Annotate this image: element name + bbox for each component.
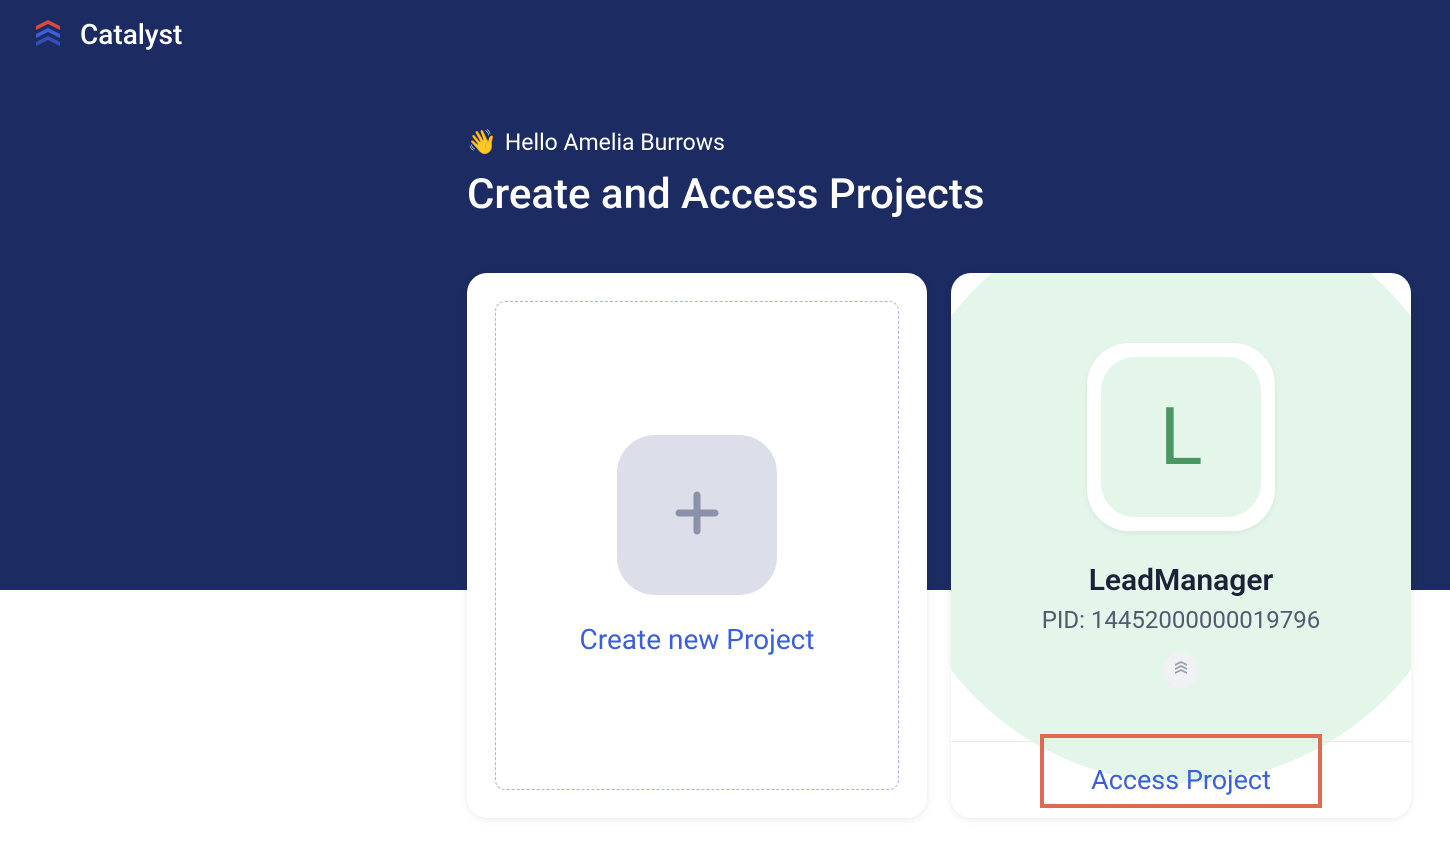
page-title: Create and Access Projects bbox=[467, 170, 1450, 219]
project-avatar: L bbox=[1087, 343, 1275, 531]
project-card-footer: Access Project bbox=[951, 741, 1411, 818]
cards-row: Create new Project L LeadManager PID: 14… bbox=[467, 273, 1450, 818]
project-avatar-inner: L bbox=[1101, 357, 1261, 517]
project-card: L LeadManager PID: 14452000000019796 bbox=[951, 273, 1411, 818]
wave-icon: 👋 bbox=[467, 128, 497, 156]
project-avatar-letter: L bbox=[1159, 390, 1202, 484]
brand-name: Catalyst bbox=[80, 18, 182, 51]
create-project-card[interactable]: Create new Project bbox=[467, 273, 927, 818]
main-content: 👋 Hello Amelia Burrows Create and Access… bbox=[0, 68, 1450, 818]
plus-icon bbox=[667, 483, 727, 547]
project-card-content: L LeadManager PID: 14452000000019796 bbox=[951, 273, 1411, 741]
plus-box bbox=[617, 435, 777, 595]
create-project-label: Create new Project bbox=[580, 623, 815, 656]
create-project-inner: Create new Project bbox=[495, 301, 899, 790]
access-project-button[interactable]: Access Project bbox=[1091, 764, 1271, 796]
header: Catalyst bbox=[0, 0, 1450, 68]
catalyst-mini-icon bbox=[1172, 659, 1190, 681]
catalyst-logo-icon bbox=[30, 16, 66, 52]
greeting-text: Hello Amelia Burrows bbox=[505, 129, 725, 156]
project-type-badge bbox=[1163, 652, 1199, 688]
project-pid: PID: 14452000000019796 bbox=[1042, 606, 1320, 634]
greeting: 👋 Hello Amelia Burrows bbox=[467, 128, 1450, 156]
project-name: LeadManager bbox=[1089, 563, 1274, 598]
